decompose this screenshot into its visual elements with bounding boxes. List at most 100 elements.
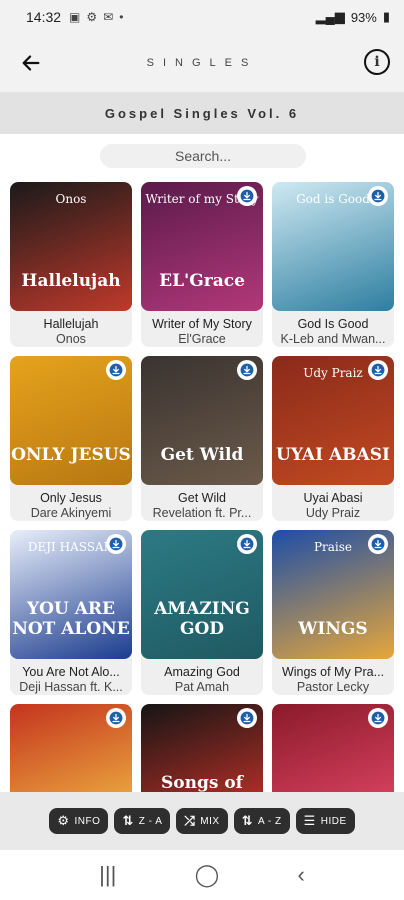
arrow-left-icon	[22, 55, 40, 71]
song-card[interactable]: DEJI HASSAN YOU ARE NOT ALONE You Are Not …	[10, 530, 132, 695]
download-icon	[109, 711, 123, 725]
cover-art[interactable]: DEJI HASSAN YOU ARE NOT ALONE	[10, 530, 132, 659]
info-button-label: INFO	[74, 815, 101, 827]
cover-main-text: YOU ARE NOT ALONE	[12, 599, 130, 639]
cover-main-text: AMAZING GOD	[154, 599, 250, 639]
song-card[interactable]: ONLY JESUS Only Jesus Dare Akinyemi	[10, 356, 132, 521]
menu-icon: ☰	[303, 813, 316, 828]
album-title: Gospel Singles Vol. 6	[0, 92, 404, 134]
download-button[interactable]	[237, 708, 257, 728]
sort-az-button[interactable]: ⇅ A - Z	[233, 808, 290, 834]
song-title: Wings of My Pra...	[281, 665, 385, 679]
cover-main-text: ONLY JESUS	[11, 445, 131, 465]
signal-icon: ▂▄▆	[315, 9, 345, 24]
home-icon[interactable]: ◯	[195, 862, 220, 888]
back-nav-icon[interactable]: ‹	[298, 862, 305, 888]
song-card[interactable]: AC	[272, 704, 394, 792]
download-button[interactable]	[106, 534, 126, 554]
recent-apps-icon[interactable]: |||	[99, 862, 116, 888]
song-title: You Are Not Alo...	[22, 665, 120, 679]
settings-icon: ⚙	[86, 10, 98, 24]
download-icon	[371, 711, 385, 725]
cover-art[interactable]: Onos Hallelujah	[10, 182, 132, 311]
cover-main-text: UYAI ABASI	[276, 445, 390, 465]
download-button[interactable]	[106, 708, 126, 728]
shuffle-icon: ⤮	[184, 813, 196, 828]
download-icon	[240, 189, 254, 203]
sort-asc-icon: ⇅	[241, 813, 253, 828]
hide-label: HIDE	[320, 815, 347, 827]
sort-desc-icon: ⇅	[122, 813, 134, 828]
download-button[interactable]	[368, 360, 388, 380]
song-card[interactable]: Praise WINGS Wings of My Pra... Pastor Leck…	[272, 530, 394, 695]
cover-main-text: Hallelujah	[21, 271, 121, 291]
app-header: SINGLES i	[0, 34, 404, 92]
cover-art[interactable]: God is Good	[272, 182, 394, 311]
download-button[interactable]	[368, 186, 388, 206]
search-input[interactable]	[100, 144, 306, 168]
info-button[interactable]: ⚙ INFO	[49, 808, 109, 834]
system-nav-bar: ||| ◯ ‹	[0, 850, 404, 900]
dot-icon: •	[119, 10, 124, 24]
download-button[interactable]	[237, 186, 257, 206]
download-icon	[240, 537, 254, 551]
song-grid: Onos Hallelujah Hallelujah Onos Writer of my…	[10, 182, 394, 792]
song-card[interactable]: Get Wild Get Wild Revelation ft. Pr...	[141, 356, 263, 521]
cover-main-text: WINGS	[298, 619, 368, 639]
download-button[interactable]	[368, 708, 388, 728]
song-card[interactable]: Onos Hallelujah Hallelujah Onos	[10, 182, 132, 347]
cover-art[interactable]: Writer of my Story EL'Grace	[141, 182, 263, 311]
cover-art[interactable]: I AM	[10, 704, 132, 792]
song-card[interactable]: AMAZING GOD Amazing God Pat Amah	[141, 530, 263, 695]
download-icon	[240, 363, 254, 377]
download-button[interactable]	[368, 534, 388, 554]
download-icon	[371, 537, 385, 551]
song-artist: Dare Akinyemi	[30, 506, 112, 520]
download-icon	[371, 363, 385, 377]
cover-art[interactable]: AMAZING GOD	[141, 530, 263, 659]
song-card[interactable]: Songs of Angels	[141, 704, 263, 792]
song-title: Get Wild	[178, 491, 226, 505]
song-card[interactable]: God is Good God Is Good K-Leb and Mwan...	[272, 182, 394, 347]
song-title: Amazing God	[164, 665, 240, 679]
notification-icons: ▣ ⚙ ✉ •	[69, 10, 123, 24]
song-artist: Pastor Lecky	[296, 680, 370, 694]
cover-art[interactable]: ONLY JESUS	[10, 356, 132, 485]
download-button[interactable]	[237, 360, 257, 380]
song-title: Hallelujah	[43, 317, 99, 331]
download-button[interactable]	[237, 534, 257, 554]
song-title: God Is Good	[297, 317, 369, 331]
image-icon: ▣	[69, 10, 81, 24]
download-icon	[240, 711, 254, 725]
back-button[interactable]	[16, 48, 46, 78]
battery-icon: ▮	[382, 9, 390, 24]
sort-az-label: A - Z	[257, 815, 282, 827]
cover-main-text: Get Wild	[160, 445, 244, 465]
status-bar: 14:32 ▣ ⚙ ✉ • ▂▄▆ 93% ▮	[0, 0, 404, 34]
song-card[interactable]: Udy Praiz UYAI ABASI Uyai Abasi Udy Praiz	[272, 356, 394, 521]
sort-za-button[interactable]: ⇅ Z - A	[114, 808, 171, 834]
song-artist: Deji Hassan ft. K...	[19, 680, 123, 694]
bottom-toolbar: ⚙ INFO ⇅ Z - A ⤮ MIX ⇅ A - Z ☰ HIDE	[0, 792, 404, 850]
mail-icon: ✉	[103, 10, 114, 24]
song-artist: Onos	[56, 332, 86, 346]
status-time: 14:32	[26, 9, 62, 25]
download-icon	[371, 189, 385, 203]
song-title: Only Jesus	[40, 491, 102, 505]
info-icon-button[interactable]: i	[364, 49, 390, 75]
song-card[interactable]: I AM	[10, 704, 132, 792]
download-button[interactable]	[106, 360, 126, 380]
hide-button[interactable]: ☰ HIDE	[295, 808, 355, 834]
song-card[interactable]: Writer of my Story EL'Grace Writer of My S…	[141, 182, 263, 347]
cover-art[interactable]: Songs of Angels	[141, 704, 263, 792]
song-title: Writer of My Story	[152, 317, 252, 331]
cover-art[interactable]: AC	[272, 704, 394, 792]
cover-art[interactable]: Udy Praiz UYAI ABASI	[272, 356, 394, 485]
shuffle-button[interactable]: ⤮ MIX	[176, 808, 228, 834]
cover-top-text: Onos	[55, 192, 87, 206]
song-artist: Udy Praiz	[305, 506, 361, 520]
cover-art[interactable]: Get Wild	[141, 356, 263, 485]
song-artist: Pat Amah	[174, 680, 230, 694]
download-icon	[109, 537, 123, 551]
cover-art[interactable]: Praise WINGS	[272, 530, 394, 659]
